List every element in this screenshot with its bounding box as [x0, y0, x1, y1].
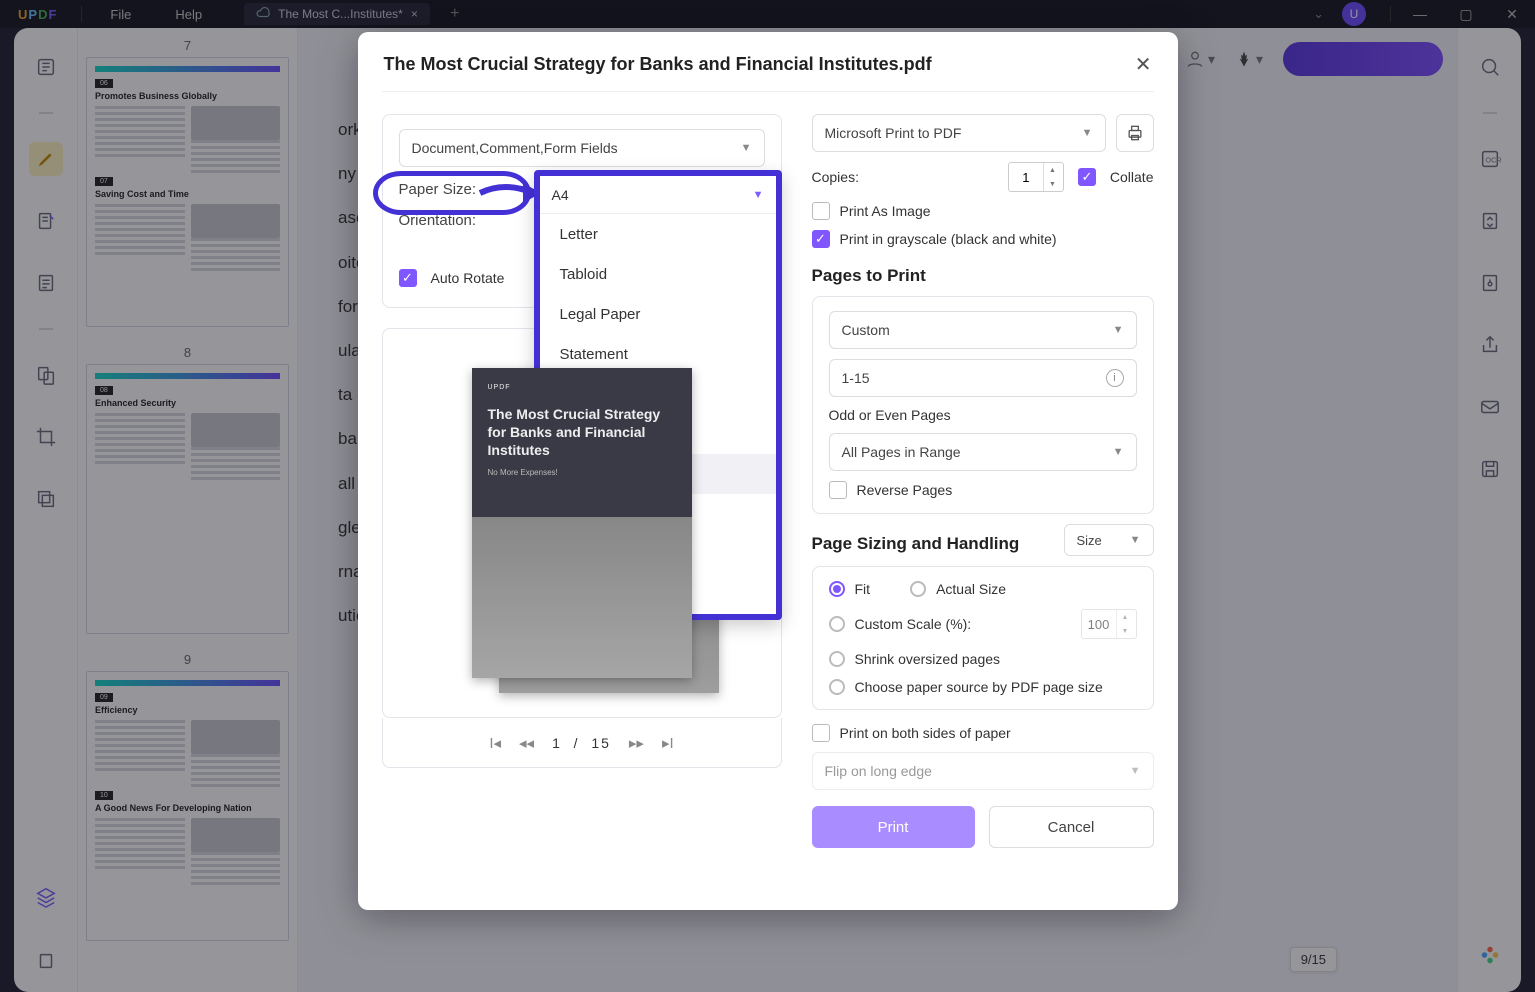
collate-checkbox[interactable]: ✓	[1078, 168, 1096, 186]
preview-pager: I◂ ◂◂ 1 / 15 ▸▸ ▸I	[382, 718, 782, 768]
dialog-title: The Most Crucial Strategy for Banks and …	[384, 54, 932, 75]
both-sides-checkbox[interactable]	[812, 724, 830, 742]
shrink-radio[interactable]	[829, 651, 845, 667]
custom-scale-stepper[interactable]: ▲▼	[1081, 609, 1137, 639]
paper-size-option[interactable]: Legal Paper	[540, 294, 776, 334]
pager-next-icon[interactable]: ▸▸	[629, 734, 644, 752]
copies-stepper[interactable]: ▲▼	[1008, 162, 1064, 192]
info-icon[interactable]: i	[1106, 369, 1124, 387]
print-as-image-checkbox[interactable]	[812, 202, 830, 220]
fit-radio[interactable]	[829, 581, 845, 597]
paper-size-option[interactable]: Tabloid	[540, 254, 776, 294]
grayscale-checkbox[interactable]: ✓	[812, 230, 830, 248]
copies-label: Copies:	[812, 169, 859, 185]
cancel-button[interactable]: Cancel	[989, 806, 1154, 848]
sizing-title: Page Sizing and Handling	[812, 534, 1064, 554]
pager-last-icon[interactable]: ▸I	[662, 734, 674, 752]
custom-scale-radio[interactable]	[829, 616, 845, 632]
pager-prev-icon[interactable]: ◂◂	[519, 734, 534, 752]
flip-select[interactable]: Flip on long edge▼	[812, 752, 1154, 790]
print-dialog: The Most Crucial Strategy for Banks and …	[358, 32, 1178, 910]
odd-even-select[interactable]: All Pages in Range▼	[829, 433, 1137, 471]
auto-rotate-checkbox[interactable]: ✓	[399, 269, 417, 287]
reverse-pages-checkbox[interactable]	[829, 481, 847, 499]
pages-to-print-title: Pages to Print	[812, 266, 1154, 286]
printer-select[interactable]: Microsoft Print to PDF▼	[812, 114, 1106, 152]
collate-label: Collate	[1110, 169, 1154, 185]
paper-size-select[interactable]: A4▼	[540, 176, 776, 214]
print-button[interactable]: Print	[812, 806, 975, 848]
auto-rotate-label: Auto Rotate	[431, 270, 505, 286]
actual-size-radio[interactable]	[910, 581, 926, 597]
pager-first-icon[interactable]: I◂	[489, 734, 501, 752]
paper-size-option[interactable]: Letter	[540, 214, 776, 254]
pages-mode-select[interactable]: Custom▼	[829, 311, 1137, 349]
sizing-mode-select[interactable]: Size▼	[1064, 524, 1154, 556]
page-range-input[interactable]: 1-15 i	[829, 359, 1137, 397]
preview-title: The Most Crucial Strategy for Banks and …	[488, 405, 676, 460]
content-select[interactable]: Document,Comment,Form Fields▼	[399, 129, 765, 167]
paper-size-label: Paper Size:	[399, 181, 509, 198]
dialog-close-icon[interactable]: ✕	[1135, 52, 1152, 77]
orientation-label: Orientation:	[399, 212, 509, 229]
printer-properties-icon[interactable]	[1116, 114, 1154, 152]
paper-source-radio[interactable]	[829, 679, 845, 695]
